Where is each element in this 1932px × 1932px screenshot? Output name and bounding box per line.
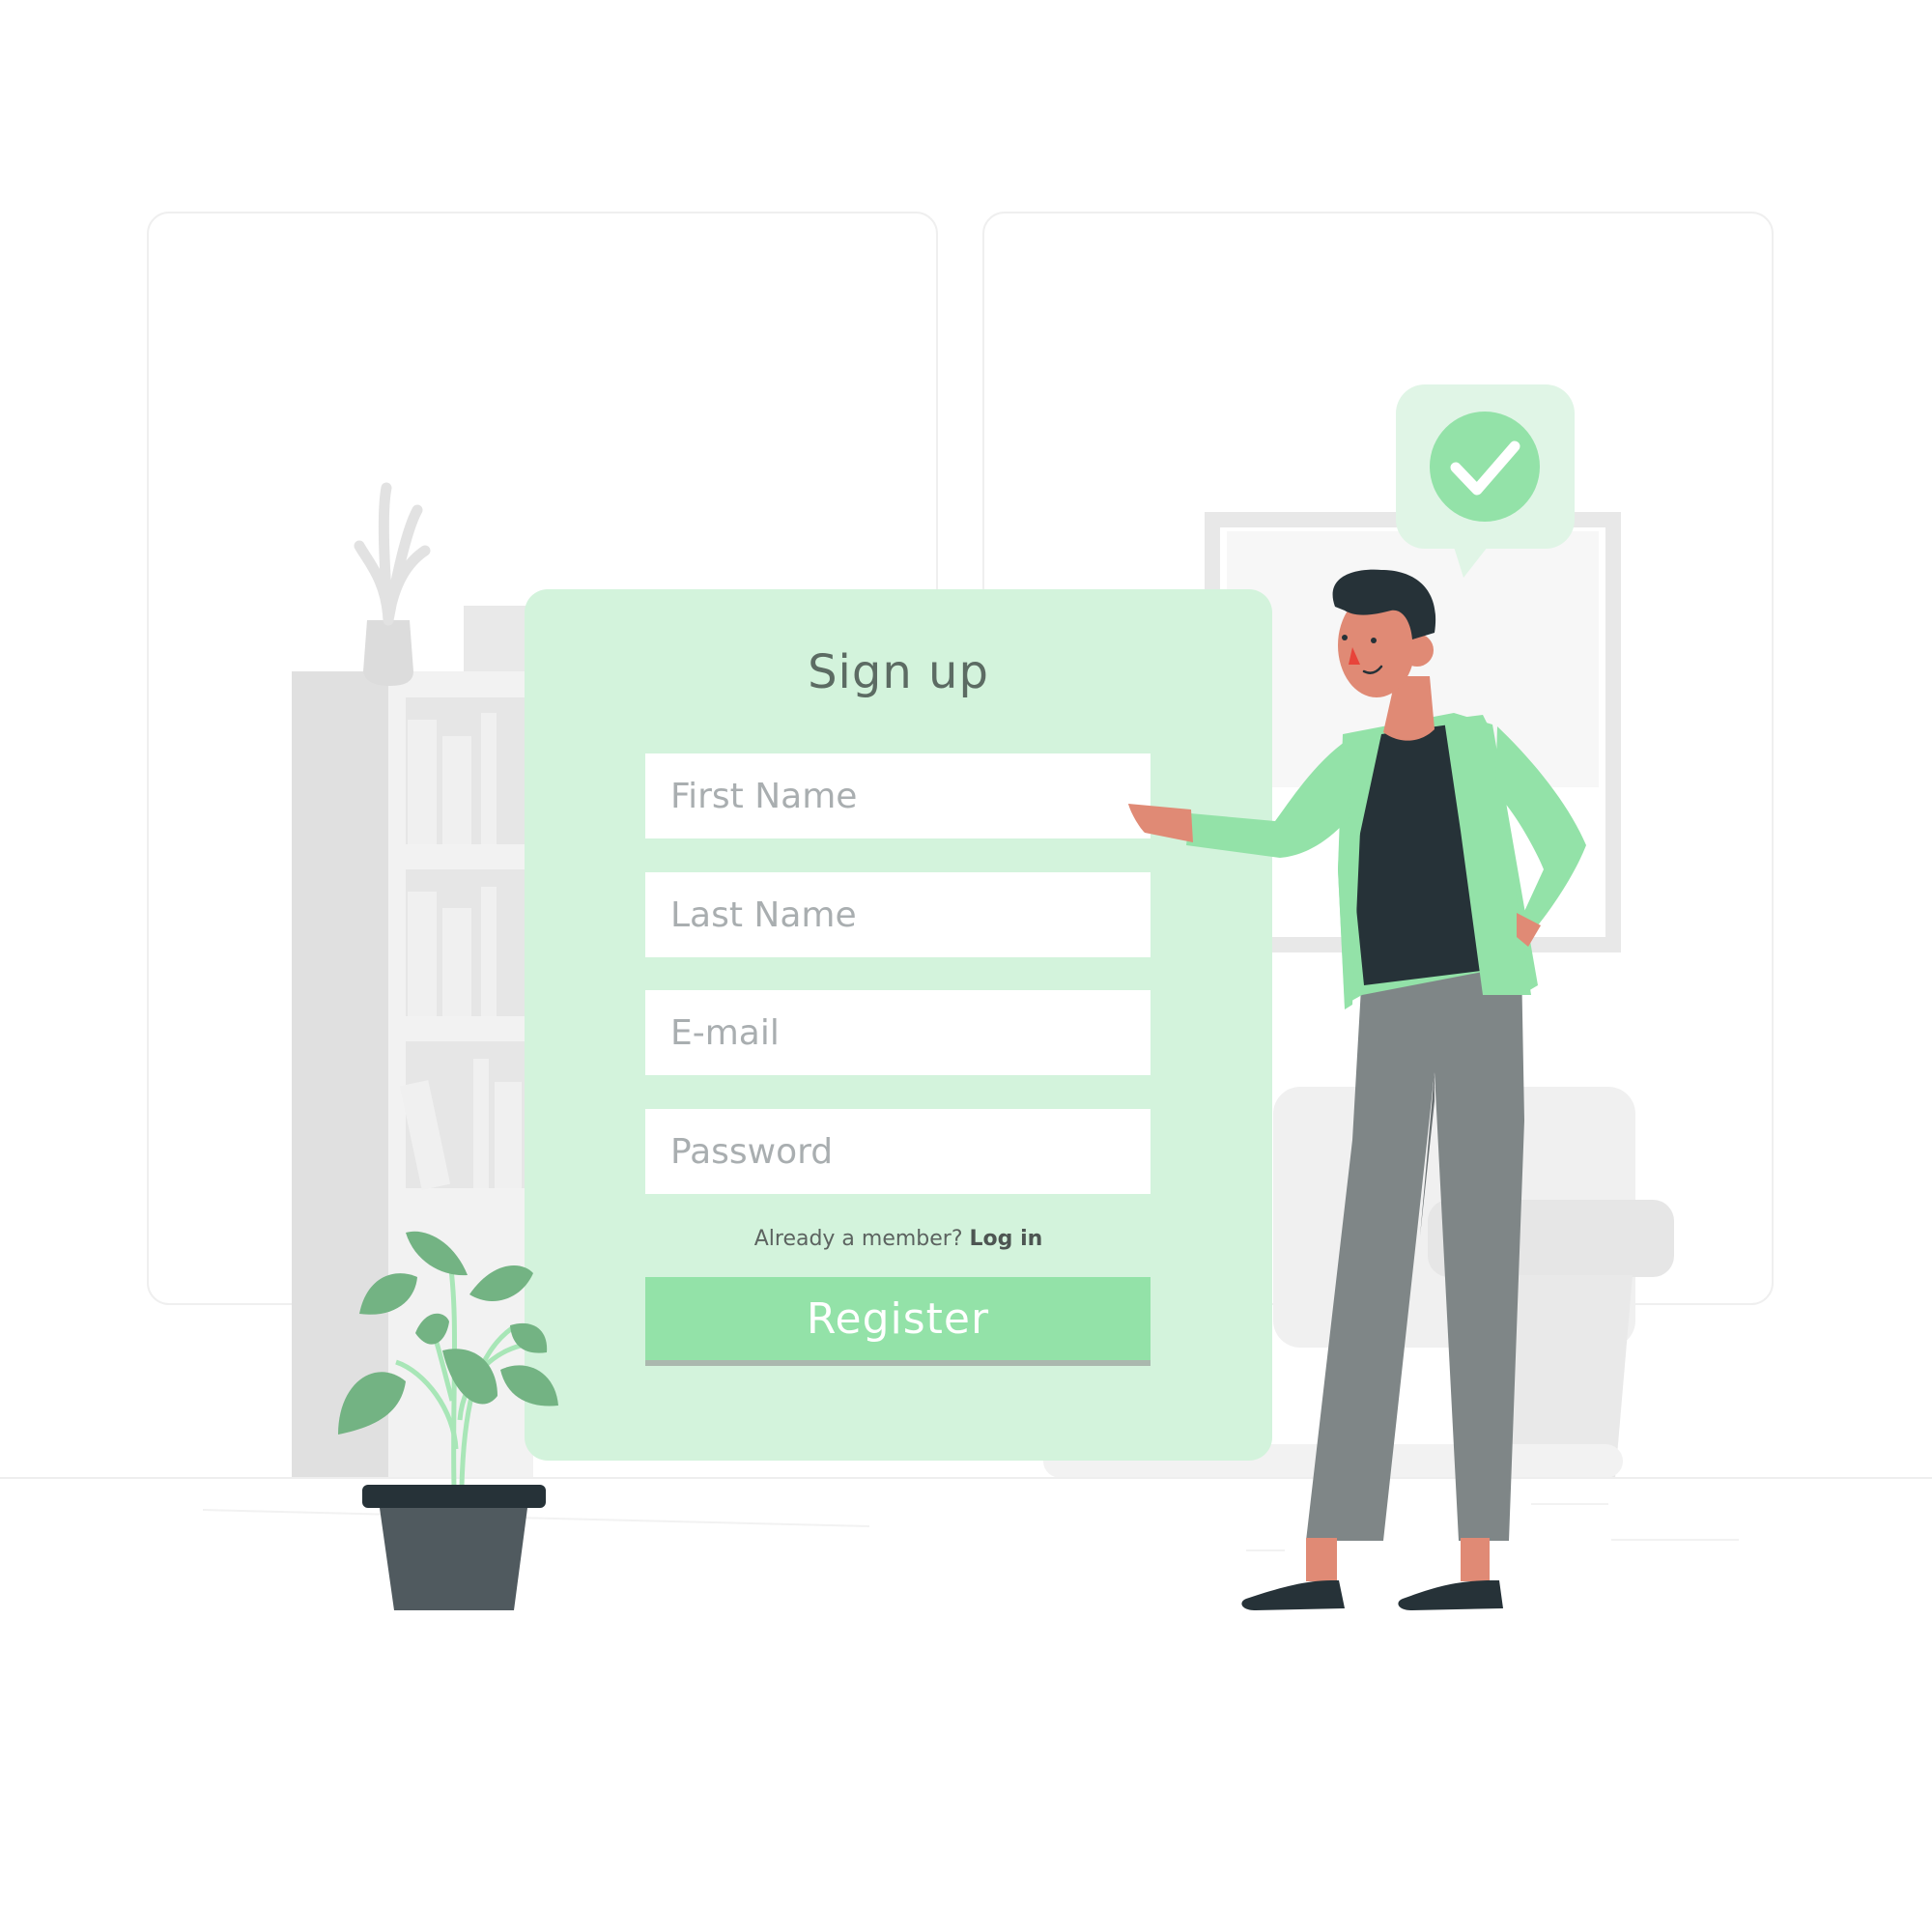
register-button[interactable]: Register [645,1277,1151,1366]
member-prompt-row: Already a member? Log in [525,1227,1272,1251]
login-link[interactable]: Log in [970,1227,1043,1251]
signup-card: Sign up Already a member? Log in Registe… [525,589,1272,1461]
member-prompt-text: Already a member? [753,1227,963,1251]
password-input[interactable] [645,1109,1151,1194]
last-name-input[interactable] [645,872,1151,957]
signup-title: Sign up [808,645,989,699]
first-name-input[interactable] [645,753,1151,838]
email-input[interactable] [645,990,1151,1075]
